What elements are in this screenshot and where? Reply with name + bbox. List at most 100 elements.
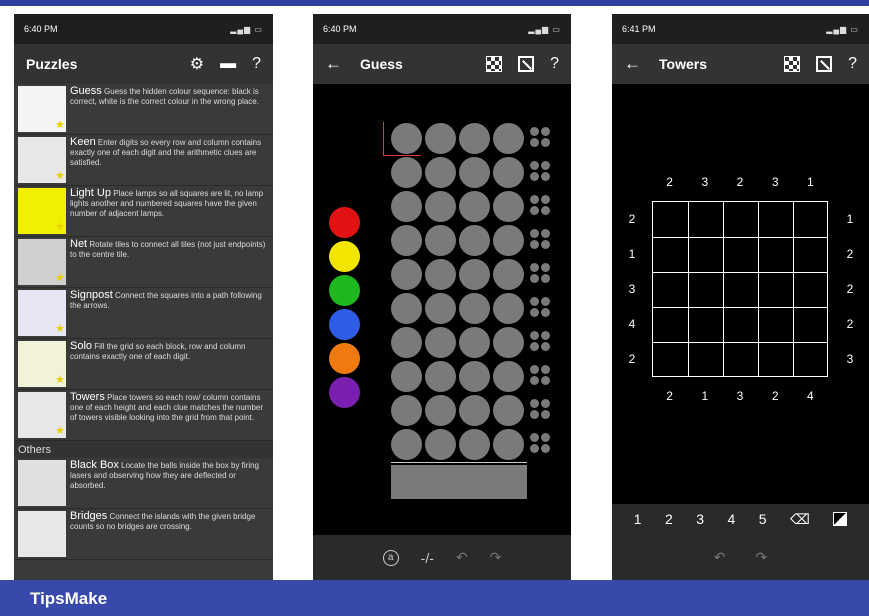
guess-peg-slot[interactable] [459, 327, 490, 358]
guess-peg-slot[interactable] [425, 395, 456, 426]
undo-icon[interactable]: ↶ [456, 549, 468, 566]
puzzle-item[interactable]: ★ Light Up Place lamps so all squares are… [14, 186, 273, 237]
palette-color-peg[interactable] [329, 343, 360, 374]
guess-peg-slot[interactable] [493, 123, 524, 154]
puzzle-text: Net Rotate tiles to connect all tiles (n… [66, 239, 269, 285]
feedback-peg [541, 308, 550, 317]
guess-peg-slot[interactable] [425, 225, 456, 256]
guess-peg-slot[interactable] [493, 259, 524, 290]
palette-color-peg[interactable] [329, 377, 360, 408]
guess-peg-slot[interactable] [493, 157, 524, 188]
digit-button[interactable]: 5 [759, 511, 767, 527]
guess-peg-slot[interactable] [425, 361, 456, 392]
guess-peg-slot[interactable] [391, 191, 422, 222]
guess-peg-slot[interactable] [425, 327, 456, 358]
puzzle-text: Guess Guess the hidden colour sequence: … [66, 86, 269, 132]
guess-peg-slot[interactable] [425, 157, 456, 188]
grid-line [653, 271, 827, 273]
gear-icon[interactable]: ⚙ [190, 54, 204, 74]
puzzle-item[interactable]: ★ Guess Guess the hidden colour sequence:… [14, 84, 273, 135]
guess-peg-slot[interactable] [493, 225, 524, 256]
puzzle-item[interactable]: ★ Towers Place towers so each row/ column… [14, 390, 273, 441]
guess-peg-slot[interactable] [391, 123, 422, 154]
towers-grid[interactable] [652, 201, 828, 377]
digit-button[interactable]: 1 [634, 511, 642, 527]
puzzle-item[interactable]: ★ Keen Enter digits so every row and colu… [14, 135, 273, 186]
resize-icon[interactable] [816, 56, 833, 72]
guess-peg-slot[interactable] [493, 361, 524, 392]
help-icon[interactable]: ? [550, 55, 559, 73]
towers-board[interactable]: 2 3 2 3 1 2 1 3 2 4 2 1 3 4 2 1 2 2 2 3 [612, 84, 869, 504]
undo-icon[interactable]: ↶ [714, 549, 726, 566]
page-title: Towers [659, 56, 707, 72]
digit-button[interactable]: 3 [696, 511, 704, 527]
guess-peg-slot[interactable] [425, 123, 456, 154]
guess-peg-slot[interactable] [391, 293, 422, 324]
palette-color-peg[interactable] [329, 241, 360, 272]
guess-peg-slot[interactable] [425, 259, 456, 290]
help-icon[interactable]: ? [252, 55, 261, 73]
back-arrow-icon[interactable]: ← [624, 54, 641, 74]
checker-icon[interactable] [486, 56, 503, 72]
puzzle-item[interactable]: Black Box Locate the balls inside the bo… [14, 458, 273, 509]
puzzle-item[interactable]: Bridges Connect the islands with the giv… [14, 509, 273, 560]
guess-board[interactable] [313, 84, 571, 535]
guess-peg-slot[interactable] [493, 327, 524, 358]
puzzle-name: Guess [70, 85, 102, 97]
guess-peg-slot[interactable] [459, 191, 490, 222]
feedback-peg [541, 331, 550, 340]
checker-icon[interactable] [784, 56, 801, 72]
palette-color-peg[interactable] [329, 309, 360, 340]
guess-peg-slot[interactable] [459, 361, 490, 392]
feedback-peg [541, 138, 550, 147]
backspace-icon[interactable]: ⌫ [790, 511, 810, 528]
guess-peg-slot[interactable] [459, 429, 490, 460]
solution-divider [391, 462, 527, 463]
guess-peg-slot[interactable] [493, 395, 524, 426]
digit-button[interactable]: 2 [665, 511, 673, 527]
puzzle-item[interactable]: ★ Net Rotate tiles to connect all tiles (… [14, 237, 273, 288]
autofill-button[interactable]: a [382, 549, 399, 566]
left-clue: 4 [628, 317, 636, 332]
guess-peg-slot[interactable] [459, 157, 490, 188]
digit-button[interactable]: 4 [727, 511, 735, 527]
guess-peg-slot[interactable] [459, 293, 490, 324]
guess-peg-slot[interactable] [425, 429, 456, 460]
guess-peg-slot[interactable] [459, 395, 490, 426]
feedback-peg [541, 161, 550, 170]
puzzle-name: Towers [70, 391, 105, 403]
mark-button[interactable]: -/- [421, 550, 434, 566]
puzzle-text: Keen Enter digits so every row and colum… [66, 137, 269, 183]
guess-peg-slot[interactable] [391, 395, 422, 426]
guess-peg-slot[interactable] [459, 259, 490, 290]
resize-icon[interactable] [518, 56, 535, 72]
pencil-mode-icon[interactable] [833, 512, 848, 526]
feedback-peg [541, 399, 550, 408]
palette-color-peg[interactable] [329, 275, 360, 306]
guess-peg-slot[interactable] [391, 259, 422, 290]
puzzle-item[interactable]: ★ Solo Fill the grid so each block, row a… [14, 339, 273, 390]
folder-icon[interactable]: ▬ [220, 55, 236, 73]
redo-icon[interactable]: ↷ [490, 549, 502, 566]
palette-color-peg[interactable] [329, 207, 360, 238]
guess-peg-slot[interactable] [493, 429, 524, 460]
guess-peg-slot[interactable] [391, 225, 422, 256]
guess-peg-slot[interactable] [391, 429, 422, 460]
guess-peg-slot[interactable] [425, 191, 456, 222]
puzzle-item[interactable]: ★ Signpost Connect the squares into a pat… [14, 288, 273, 339]
guess-peg-slot[interactable] [425, 293, 456, 324]
guess-peg-slot[interactable] [493, 293, 524, 324]
guess-peg-slot[interactable] [459, 123, 490, 154]
help-icon[interactable]: ? [848, 55, 857, 73]
redo-icon[interactable]: ↷ [756, 549, 768, 566]
feedback-peg [541, 240, 550, 249]
guess-peg-slot[interactable] [391, 157, 422, 188]
back-arrow-icon[interactable]: ← [325, 54, 342, 74]
feedback-peg [541, 195, 550, 204]
signal-battery-icon: ▂▄▆ ▭ [528, 24, 561, 34]
guess-peg-slot[interactable] [391, 361, 422, 392]
guess-peg-slot[interactable] [459, 225, 490, 256]
puzzle-thumbnail [18, 511, 66, 557]
guess-peg-slot[interactable] [391, 327, 422, 358]
guess-peg-slot[interactable] [493, 191, 524, 222]
